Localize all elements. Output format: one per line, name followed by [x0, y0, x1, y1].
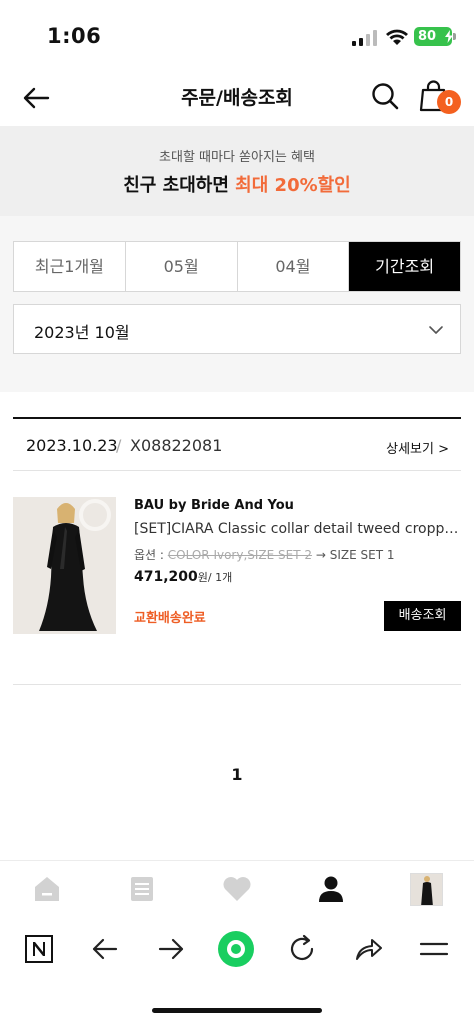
battery-indicator: 80 — [414, 27, 453, 46]
home-icon[interactable] — [31, 873, 63, 905]
tab-period-search[interactable]: 기간조회 — [349, 242, 460, 291]
option-label: 옵션 : — [134, 548, 168, 562]
person-icon[interactable] — [315, 873, 347, 905]
order-detail-link[interactable]: 상세보기 > — [386, 438, 449, 457]
tab-may[interactable]: 05월 — [126, 242, 238, 291]
tab-april[interactable]: 04월 — [238, 242, 350, 291]
order-number: X08822081 — [130, 436, 223, 455]
forward-arrow-icon[interactable] — [154, 932, 188, 966]
naver-n-icon[interactable] — [22, 932, 56, 966]
banner-subtitle: 초대할 때마다 쏟아지는 혜택 — [159, 150, 315, 165]
product-option: 옵션 : COLOR Ivory,SIZE SET 2 → SIZE SET 1 — [134, 546, 394, 563]
battery-level: 80 — [418, 29, 437, 44]
home-indicator[interactable] — [152, 1008, 322, 1013]
charging-bolt-icon — [445, 30, 453, 43]
browser-toolbar — [0, 918, 474, 988]
recent-product-thumbnail[interactable] — [410, 873, 443, 906]
banner-headline-prefix: 친구 초대하면 — [123, 175, 236, 196]
model-in-black-dress-illustration — [13, 497, 116, 634]
period-filter-area: 최근1개월 05월 04월 기간조회 2023년 10월 — [0, 216, 474, 392]
status-bar: 1:06 80 — [0, 0, 474, 70]
order-bottom-divider — [13, 684, 461, 685]
search-icon[interactable] — [369, 80, 401, 112]
product-price: 471,200원/ 1개 — [134, 569, 232, 585]
order-separator: / — [116, 436, 122, 455]
price-value: 471,200 — [134, 569, 198, 585]
chevron-down-icon — [429, 326, 443, 334]
month-select-value: 2023년 10월 — [34, 323, 130, 342]
product-image[interactable] — [13, 497, 116, 634]
back-arrow-icon[interactable] — [88, 932, 122, 966]
pagination-current-page[interactable]: 1 — [0, 765, 474, 784]
cellular-signal-icon — [352, 30, 377, 46]
refresh-icon[interactable] — [285, 932, 319, 966]
recent-product-image — [411, 874, 442, 905]
invite-banner[interactable]: 초대할 때마다 쏟아지는 혜택 친구 초대하면 최대 20%할인 — [0, 126, 474, 216]
green-dot-icon[interactable] — [217, 930, 255, 968]
cart-count-badge: 0 — [437, 90, 461, 114]
period-tabs: 최근1개월 05월 04월 기간조회 — [13, 241, 461, 292]
track-delivery-button[interactable]: 배송조회 — [384, 601, 461, 631]
battery-tip — [453, 33, 456, 40]
month-select[interactable]: 2023년 10월 — [13, 304, 461, 354]
app-tab-bar — [0, 860, 474, 918]
share-icon[interactable] — [351, 932, 385, 966]
option-arrow: → — [312, 548, 330, 562]
product-brand[interactable]: BAU by Bride And You — [134, 498, 294, 513]
page-header: 주문/배송조회 — [0, 70, 474, 126]
status-time: 1:06 — [47, 24, 102, 48]
option-old-value: COLOR Ivory,SIZE SET 2 — [167, 548, 313, 562]
tab-recent-1-month[interactable]: 최근1개월 — [14, 242, 126, 291]
menu-icon[interactable] — [417, 932, 451, 966]
product-name[interactable]: [SET]CIARA Classic collar detail tweed c… — [134, 521, 461, 537]
wifi-icon — [386, 29, 408, 45]
order-date: 2023.10.23 — [26, 436, 118, 455]
page-title: 주문/배송조회 — [181, 87, 293, 109]
list-icon[interactable] — [126, 873, 158, 905]
banner-headline-highlight: 최대 20%할인 — [235, 175, 351, 196]
option-new-value: SIZE SET 1 — [329, 548, 395, 562]
heart-icon[interactable] — [221, 873, 253, 905]
banner-headline: 친구 초대하면 최대 20%할인 — [0, 171, 474, 197]
price-unit: 원/ 1개 — [197, 571, 233, 584]
order-header: 2023.10.23 / X08822081 상세보기 > — [13, 419, 461, 471]
order-status: 교환배송완료 — [134, 611, 206, 626]
